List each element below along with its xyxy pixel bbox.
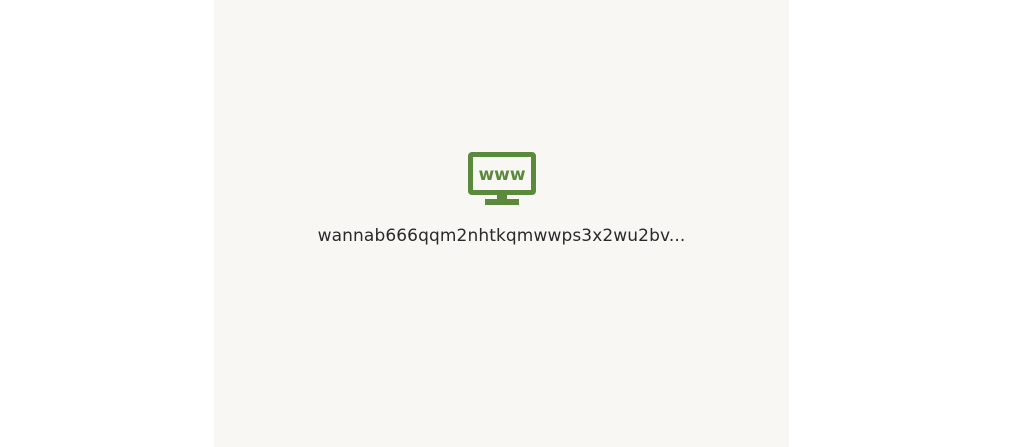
monitor-www-icon: www (467, 152, 536, 205)
www-icon-text: www (478, 165, 525, 185)
content-area: www wannab666qqm2nhtkqmwwps3x2wu2bv... (214, 0, 789, 447)
site-address-label[interactable]: wannab666qqm2nhtkqmwwps3x2wu2bv... (318, 226, 686, 246)
site-item[interactable]: www wannab666qqm2nhtkqmwwps3x2wu2bv... (214, 152, 789, 246)
